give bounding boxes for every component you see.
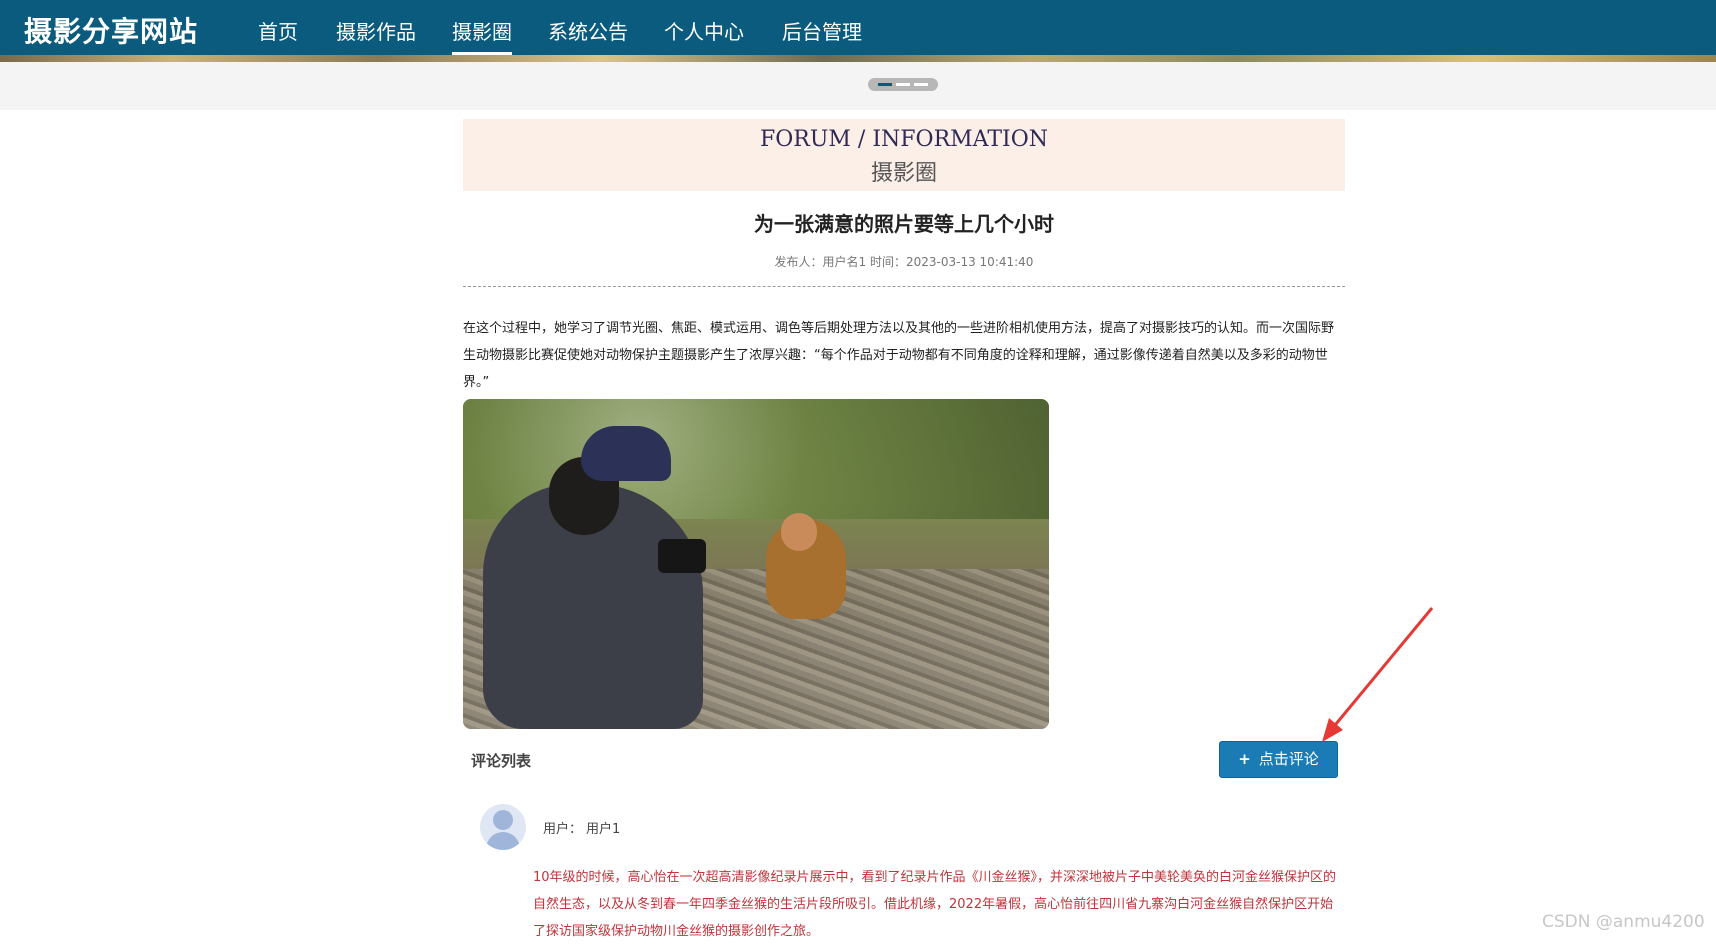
section-title-cn: 摄影圈 (870, 161, 937, 186)
comment-user-name: 用户1 (586, 822, 621, 837)
nav-item-notices[interactable]: 系统公告 (548, 16, 628, 45)
carousel-indicators (868, 78, 938, 91)
carousel-dot-3[interactable] (914, 83, 928, 86)
comment-user-prefix: 用户： (543, 822, 583, 837)
carousel-dot-1[interactable] (878, 83, 892, 86)
arrow-head (1322, 718, 1343, 742)
article-content: 在这个过程中，她学习了调节光圈、焦距、模式运用、调色等后期处理方法以及其他的一些… (463, 321, 1335, 390)
carousel-strip (0, 62, 1716, 110)
photo-photographer-cap (581, 426, 671, 481)
nav-item-home[interactable]: 首页 (258, 16, 298, 45)
plus-icon: + (1238, 750, 1251, 768)
article-meta: 发布人：用户名1 时间：2023-03-13 10:41:40 (774, 255, 1034, 269)
article-title: 为一张满意的照片要等上几个小时 (754, 212, 1054, 236)
comment-text: 10年级的时候，高心怡在一次超高清影像纪录片展示中，看到了纪录片作品《川金丝猴》… (533, 870, 1337, 939)
section-title-en: FORUM / INFORMATION (760, 127, 1048, 152)
avatar (480, 804, 526, 850)
nav-item-forum[interactable]: 摄影圈 (452, 16, 512, 55)
top-navbar: 摄影分享网站 首页 摄影作品 摄影圈 系统公告 个人中心 后台管理 (0, 0, 1716, 62)
photo-monkey-face (781, 513, 817, 551)
add-comment-button[interactable]: + 点击评论 (1219, 741, 1338, 778)
article-photo (463, 399, 1049, 729)
photo-camera (658, 539, 706, 573)
nav-item-admin[interactable]: 后台管理 (782, 16, 862, 45)
carousel-dot-2[interactable] (896, 83, 910, 86)
avatar-body-icon (486, 832, 520, 850)
nav-item-profile[interactable]: 个人中心 (664, 16, 744, 45)
comments-label: 评论列表 (471, 752, 532, 770)
avatar-head-icon (493, 810, 513, 830)
section-title-box: FORUM / INFORMATION 摄影圈 (463, 119, 1345, 191)
divider (463, 286, 1345, 287)
nav-item-works[interactable]: 摄影作品 (336, 16, 416, 45)
add-comment-label: 点击评论 (1258, 750, 1319, 768)
arrow-shaft (1329, 607, 1434, 731)
comment-user: 用户： 用户1 (543, 818, 620, 837)
banner-strip (0, 55, 1716, 62)
site-brand[interactable]: 摄影分享网站 (24, 10, 198, 50)
watermark: CSDN @anmu4200 (1542, 912, 1705, 932)
